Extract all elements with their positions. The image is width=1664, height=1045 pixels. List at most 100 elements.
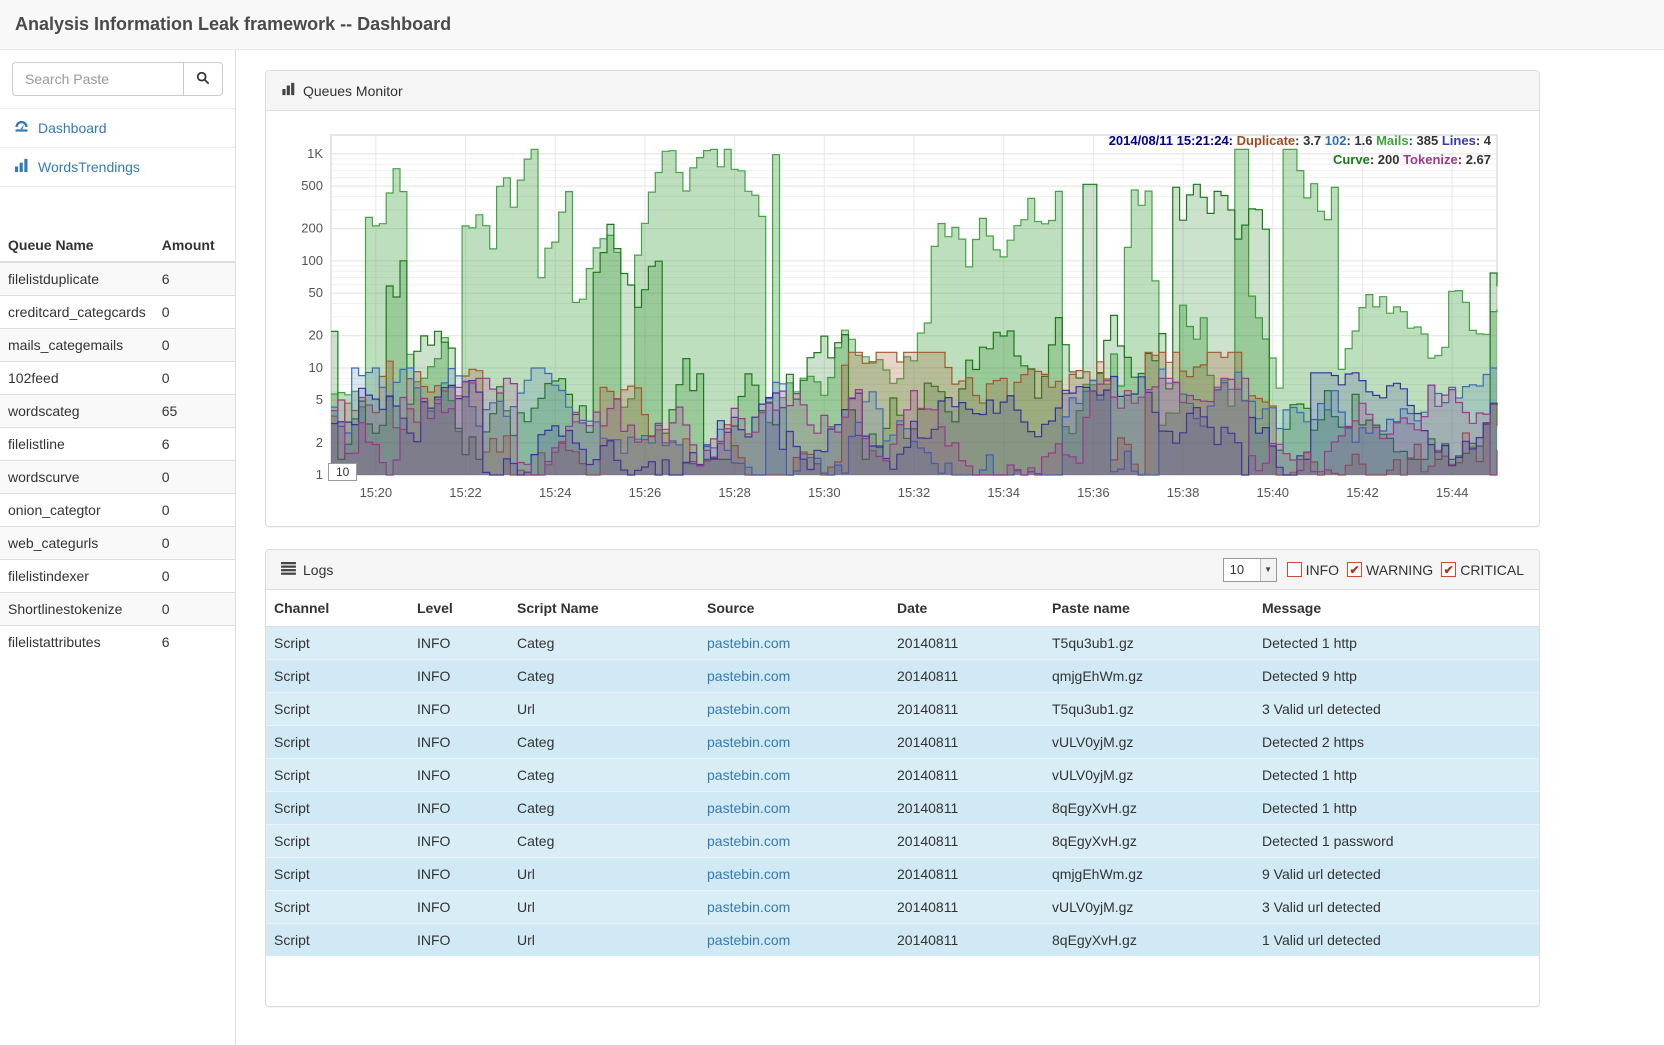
queues-chart-svg[interactable]: 1K50020010050201052115:2015:2215:2415:26… (281, 123, 1524, 515)
log-row: ScriptINFOCategpastebin.com201408118qEgy… (266, 825, 1539, 858)
log-paste-name: qmjgEhWm.gz (1044, 660, 1254, 693)
logs-table-body: ScriptINFOCategpastebin.com20140811T5qu3… (266, 627, 1539, 957)
checkbox-unchecked-icon[interactable] (1287, 562, 1302, 577)
dashboard-icon (14, 119, 29, 137)
log-script-name: Categ (509, 792, 699, 825)
filter-warning[interactable]: ✔WARNING (1347, 562, 1433, 578)
log-script-name: Url (509, 891, 699, 924)
filter-label: CRITICAL (1460, 562, 1524, 578)
queues-monitor-panel: Queues Monitor 1K50020010050201052115:20… (265, 70, 1540, 527)
log-level: INFO (409, 792, 509, 825)
queue-name: filelistduplicate (0, 262, 154, 296)
search-button[interactable] (183, 62, 223, 96)
log-date: 20140811 (889, 792, 1044, 825)
queue-col-name: Queue Name (0, 229, 154, 262)
logs-col-header: Level (409, 590, 509, 627)
log-row: ScriptINFOUrlpastebin.com20140811qmjgEhW… (266, 858, 1539, 891)
logs-col-header: Source (699, 590, 889, 627)
svg-text:15:30: 15:30 (808, 485, 841, 500)
log-row: ScriptINFOCategpastebin.com201408118qEgy… (266, 792, 1539, 825)
source-link[interactable]: pastebin.com (707, 701, 790, 717)
log-source: pastebin.com (699, 825, 889, 858)
queue-name: wordscurve (0, 461, 154, 494)
queues-monitor-heading: Queues Monitor (266, 71, 1539, 111)
log-source: pastebin.com (699, 792, 889, 825)
log-message: Detected 1 http (1254, 792, 1539, 825)
log-paste-name: vULV0yjM.gz (1044, 759, 1254, 792)
log-date: 20140811 (889, 891, 1044, 924)
source-link[interactable]: pastebin.com (707, 833, 790, 849)
log-level: INFO (409, 627, 509, 660)
log-source: pastebin.com (699, 660, 889, 693)
queue-amount: 0 (154, 560, 235, 593)
queue-row: filelistindexer0 (0, 560, 235, 593)
checkbox-checked-icon[interactable]: ✔ (1441, 562, 1456, 577)
svg-text:15:44: 15:44 (1436, 485, 1469, 500)
log-script-name: Categ (509, 726, 699, 759)
list-icon (281, 562, 296, 578)
svg-text:2: 2 (316, 435, 323, 450)
queue-amount: 0 (154, 329, 235, 362)
queue-amount: 6 (154, 428, 235, 461)
log-paste-name: T5qu3ub1.gz (1044, 627, 1254, 660)
source-link[interactable]: pastebin.com (707, 635, 790, 651)
sidebar-item-wordstrendings[interactable]: WordsTrendings (0, 148, 235, 187)
queue-name: filelistindexer (0, 560, 154, 593)
source-link[interactable]: pastebin.com (707, 866, 790, 882)
source-link[interactable]: pastebin.com (707, 800, 790, 816)
log-paste-name: 8qEgyXvH.gz (1044, 924, 1254, 957)
logs-table: ChannelLevelScript NameSourceDatePaste n… (266, 590, 1539, 956)
log-level: INFO (409, 693, 509, 726)
source-link[interactable]: pastebin.com (707, 899, 790, 915)
log-message: 3 Valid url detected (1254, 693, 1539, 726)
logs-col-header: Channel (266, 590, 409, 627)
queue-name: filelistattributes (0, 626, 154, 659)
queue-amount: 0 (154, 362, 235, 395)
log-level: INFO (409, 924, 509, 957)
log-channel: Script (266, 759, 409, 792)
log-channel: Script (266, 858, 409, 891)
log-paste-name: vULV0yjM.gz (1044, 726, 1254, 759)
source-link[interactable]: pastebin.com (707, 932, 790, 948)
source-link[interactable]: pastebin.com (707, 767, 790, 783)
svg-text:15:24: 15:24 (539, 485, 572, 500)
log-source: pastebin.com (699, 726, 889, 759)
queue-amount: 0 (154, 461, 235, 494)
log-paste-name: T5qu3ub1.gz (1044, 693, 1254, 726)
top-navbar: Analysis Information Leak framework -- D… (0, 0, 1664, 50)
queue-row: mails_categemails0 (0, 329, 235, 362)
log-channel: Script (266, 792, 409, 825)
chart-tooltip: 10 (328, 463, 357, 481)
logs-panel: Logs 10 ▼ INFO✔WARNING✔CRITICAL ChannelL… (265, 549, 1540, 1007)
queue-name: onion_categtor (0, 494, 154, 527)
log-channel: Script (266, 660, 409, 693)
queue-name: web_categurls (0, 527, 154, 560)
page-title: Analysis Information Leak framework -- D… (15, 14, 451, 35)
filter-critical[interactable]: ✔ CRITICAL (1441, 562, 1524, 578)
log-script-name: Categ (509, 759, 699, 792)
page-size-select[interactable]: 10 ▼ (1223, 558, 1277, 582)
chevron-down-icon: ▼ (1260, 559, 1276, 581)
log-script-name: Categ (509, 825, 699, 858)
log-channel: Script (266, 825, 409, 858)
source-link[interactable]: pastebin.com (707, 668, 790, 684)
source-link[interactable]: pastebin.com (707, 734, 790, 750)
queue-row: Shortlinestokenize0 (0, 593, 235, 626)
log-message: 1 Valid url detected (1254, 924, 1539, 957)
queue-table: Queue Name Amount filelistduplicate6cred… (0, 229, 235, 658)
queue-name: wordscateg (0, 395, 154, 428)
queue-row: filelistduplicate6 (0, 262, 235, 296)
checkbox-checked-icon[interactable]: ✔ (1347, 562, 1362, 577)
search-input[interactable] (12, 62, 183, 96)
queue-row: web_categurls0 (0, 527, 235, 560)
log-source: pastebin.com (699, 924, 889, 957)
log-source: pastebin.com (699, 693, 889, 726)
svg-text:1K: 1K (307, 146, 323, 161)
sidebar: Dashboard WordsTrendings Queue Name Amo (0, 50, 236, 1045)
log-date: 20140811 (889, 627, 1044, 660)
sidebar-item-dashboard[interactable]: Dashboard (0, 109, 235, 148)
filter-info[interactable]: INFO (1287, 562, 1339, 578)
svg-text:200: 200 (301, 221, 323, 236)
log-row: ScriptINFOUrlpastebin.com20140811vULV0yj… (266, 891, 1539, 924)
svg-text:20: 20 (309, 328, 323, 343)
